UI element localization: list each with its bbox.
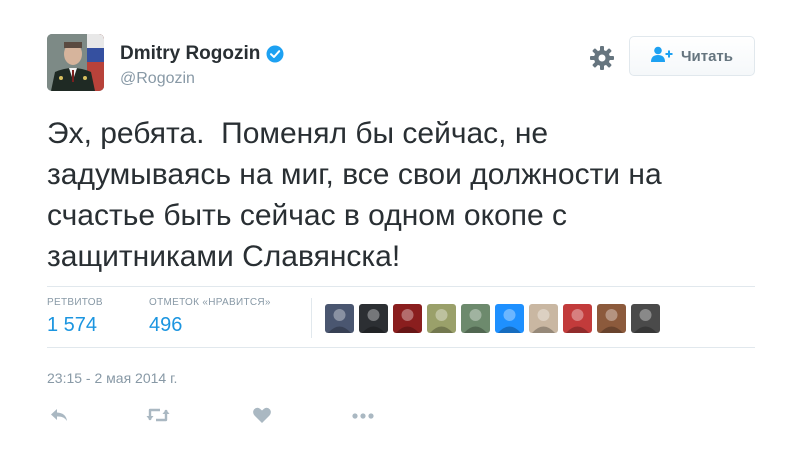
- likers-avatars: [325, 304, 660, 333]
- retweet-icon[interactable]: [146, 405, 170, 425]
- divider: [47, 347, 755, 348]
- heart-icon[interactable]: [252, 405, 272, 425]
- verified-badge-icon: [266, 45, 284, 63]
- stats-separator: [311, 298, 312, 338]
- gear-icon[interactable]: [589, 45, 615, 71]
- liker-avatar-3[interactable]: [393, 304, 422, 333]
- more-icon[interactable]: [351, 405, 375, 425]
- user-name[interactable]: Dmitry Rogozin: [120, 43, 284, 65]
- liker-avatar-7[interactable]: [529, 304, 558, 333]
- retweets-label: РЕТВИТОВ: [47, 297, 103, 308]
- add-user-icon: [650, 46, 673, 66]
- liker-avatar-2[interactable]: [359, 304, 388, 333]
- tweet-text: Эх, ребята. Поменял бы сейчас, не задумы…: [47, 117, 662, 273]
- follow-button[interactable]: Читать: [629, 36, 755, 76]
- user-name-text[interactable]: Dmitry Rogozin: [120, 43, 260, 65]
- tweet-timestamp[interactable]: 23:15 - 2 мая 2014 г.: [47, 370, 177, 386]
- divider: [47, 286, 755, 287]
- liker-avatar-1[interactable]: [325, 304, 354, 333]
- likes-count[interactable]: 496: [149, 314, 271, 337]
- liker-avatar-10[interactable]: [631, 304, 660, 333]
- reply-icon[interactable]: [49, 405, 69, 425]
- liker-avatar-5[interactable]: [461, 304, 490, 333]
- liker-avatar-9[interactable]: [597, 304, 626, 333]
- avatar[interactable]: [47, 34, 104, 91]
- likes-stat[interactable]: ОТМЕТОК «НРАВИТСЯ» 496: [149, 297, 271, 337]
- liker-avatar-8[interactable]: [563, 304, 592, 333]
- liker-avatar-4[interactable]: [427, 304, 456, 333]
- likes-label: ОТМЕТОК «НРАВИТСЯ»: [149, 297, 271, 308]
- user-handle[interactable]: @Rogozin: [120, 70, 195, 88]
- liker-avatar-6[interactable]: [495, 304, 524, 333]
- follow-button-label: Читать: [680, 47, 734, 65]
- retweets-stat[interactable]: РЕТВИТОВ 1 574: [47, 297, 103, 337]
- retweets-count[interactable]: 1 574: [47, 314, 103, 337]
